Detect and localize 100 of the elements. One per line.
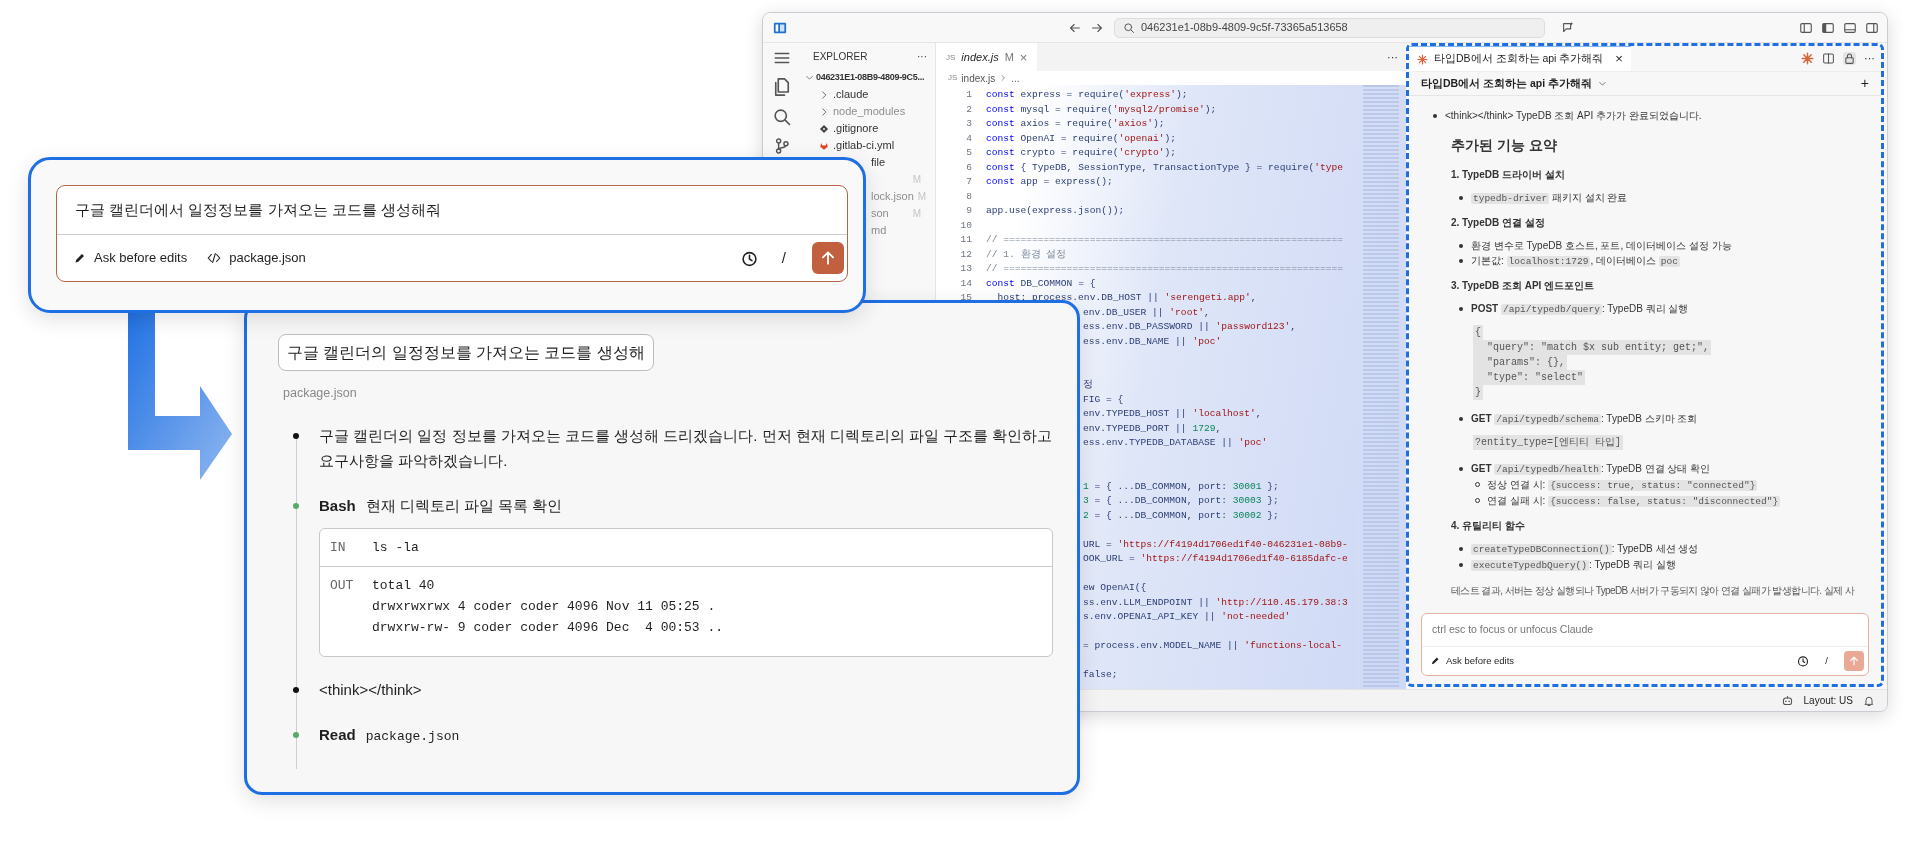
code-line: ess.env.DB_PASSWORD || 'password123', [1083,320,1297,335]
code-line: const { TypeDB, SessionType, TransactionType } = require('type [986,160,1343,175]
chat-tab[interactable]: 타입DB에서 조회하는 api 추가해줘 × [1409,46,1631,71]
bell-icon[interactable] [1863,694,1875,707]
split-view-icon[interactable] [1822,52,1835,65]
section-heading: 3. TypeDB 조회 API 엔드포인트 [1451,279,1596,293]
layout-icon[interactable] [1821,20,1835,35]
timeline-dot [293,503,299,509]
new-session-button[interactable]: + [1860,73,1869,94]
output-line: drwxrwxrwx 4 coder coder 4096 Nov 11 05:25 . [372,598,717,616]
timeline-dot [293,732,299,738]
send-button[interactable] [812,242,844,274]
file-name[interactable]: .claude [833,86,869,103]
code-line: = process.env.MODEL_NAME || 'functions-local- [1083,639,1343,654]
arrow-up-icon [1848,655,1860,667]
breadcrumb-item[interactable]: index.js [961,70,996,86]
code-line: URL = 'https://f4194d1706ed1f40-046231e1-08b9- [1083,537,1348,552]
search-icon[interactable] [772,107,792,127]
line-number: 14 [959,276,972,291]
more-button[interactable]: ··· [917,48,927,64]
fox-icon [819,140,829,151]
pencil-icon [73,251,86,265]
slash-command-button[interactable]: / [781,246,786,270]
code-line: FIG = { [1083,392,1124,407]
line-number: 1 [965,88,972,103]
code-line: // =========================================================== [986,233,1343,248]
file-name[interactable]: .gitlab-ci.yml [833,137,895,154]
code-line: ew OpenAI({ [1083,581,1147,596]
message-composer[interactable]: 구글 캘린더에서 일정정보를 가져오는 코드를 생성해줘 Ask before edits package.json / [56,185,848,282]
message-composer[interactable]: ctrl esc to focus or unfocus Claude Ask before edits / [1421,613,1869,676]
code-line: 2 = { ...DB_COMMON, port: 30002 }; [1083,508,1279,523]
code-line: const express = require('express'); [986,88,1188,103]
line-number: 10 [959,218,972,233]
prompt-input[interactable]: 구글 캘린더에서 일정정보를 가져오는 코드를 생성해줘 [73,197,847,223]
code-line: const app = express(); [986,175,1113,190]
code-line: env.DB_USER || 'root', [1083,305,1210,320]
session-title[interactable]: 타입DB에서 조회하는 api 추가해줘 [1421,75,1593,92]
code-line: const DB_COMMON = { [986,276,1096,291]
more-button[interactable]: ··· [1387,48,1398,66]
layout-icon[interactable] [1843,20,1857,35]
chat-sparkle-icon[interactable] [1561,20,1575,35]
line-number: 4 [965,131,972,146]
code-line: env.TYPEDB_HOST || 'localhost', [1083,407,1262,422]
section-heading: 4. 유틸리티 함수 [1451,519,1526,533]
code-line: ess.env.DB_NAME || 'poc' [1083,334,1222,349]
context-file-chip[interactable]: package.json [229,248,306,268]
chevron-right-icon [819,106,829,117]
message-text: <think></think> TypeDB 조회 API 추가가 완료되었습니다. [1431,108,1702,123]
explorer-title: EXPLORER [813,49,868,64]
line-number: 13 [959,262,972,277]
list-item: createTypeDBConnection() : TypeDB 세션 생성 [1457,541,1699,557]
tool-name: Read [319,725,356,745]
layout-icon[interactable] [1799,20,1813,35]
mode-button[interactable]: Ask before edits [94,248,188,268]
list-item: 기본값: localhost:1729 , 데이터베이스 poc [1457,253,1680,269]
code-line: OOK_URL = 'https://f4194d1706ed1f40-6185dafc-e [1083,552,1348,567]
asterisk-icon[interactable] [1801,52,1814,65]
message-text: 구글 캘린더의 일정 정보를 가져오는 코드를 생성해 드리겠습니다. 먼저 현재 디렉토리의 파일 구조를 확인하고 요구사항을 파악하겠습니다. [319,426,1053,471]
editor-tab[interactable]: JS index.js M × [936,43,1038,71]
breadcrumb-item[interactable]: ... [1011,70,1020,86]
layout-icon[interactable] [1865,20,1879,35]
folder-name[interactable]: 046231E1-08B9-4809-9C5... [816,70,925,85]
code-line: const crypto = require('crypto'); [986,146,1176,161]
user-message: 구글 캘린더의 일정정보를 가져오는 코드를 생성해 [278,334,654,372]
mode-button[interactable]: Ask before edits [1446,653,1515,669]
section-heading: 1. TypeDB 드라이버 설치 [1451,168,1566,182]
lock-icon[interactable] [1843,52,1856,65]
code-line: 3 = { ...DB_COMMON, port: 30003 }; [1083,494,1279,509]
list-item: POST /api/typedb/query : TypeDB 쿼리 실행 [1457,301,1689,317]
file-type-label: JS [948,72,958,84]
list-item: GET /api/typedb/health : TypeDB 연결 상태 확인 [1457,461,1711,477]
chat-input[interactable]: ctrl esc to focus or unfocus Claude [1422,614,1868,647]
code-line: const mysql = require('mysql2/promise'); [986,102,1217,117]
clock-icon[interactable] [1797,655,1810,667]
context-file-label: package.json [283,385,358,403]
code-line: // 1. 환경 설정 [986,247,1067,262]
slash-command-button[interactable]: / [1825,653,1828,669]
line-number: 9 [965,204,972,219]
code-line: const axios = require('axios'); [986,117,1165,132]
app-logo-icon[interactable] [773,20,787,35]
files-icon[interactable] [772,77,792,97]
file-name[interactable]: file [871,154,886,171]
robot-icon[interactable] [1780,694,1794,707]
file-name[interactable]: .gitignore [833,120,879,137]
keyboard-layout-label[interactable]: Layout: US [1803,693,1853,708]
diamond-icon [819,123,829,134]
code-line: env.TYPEDB_PORT || 1729, [1083,421,1222,436]
list-item: GET /api/typedb/schema : TypeDB 스키마 조회 [1457,411,1698,427]
input-label: IN [330,539,347,557]
list-item: executeTypedbQuery() : TypeDB 쿼리 실행 [1457,557,1676,573]
output-line: total 40 [372,577,436,595]
asterisk-icon [1417,53,1428,65]
line-number: 7 [965,175,972,190]
more-button[interactable]: ··· [1864,50,1875,67]
branch-icon[interactable] [773,137,791,155]
clock-icon[interactable] [740,249,758,267]
search-field[interactable]: 046231e1-08b9-4809-9c5f-73365a513658 [1114,17,1545,38]
section-title: 추가된 기능 요약 [1451,136,1558,155]
code-line: 정 [1083,378,1093,393]
tool-argument: package.json [365,728,460,746]
